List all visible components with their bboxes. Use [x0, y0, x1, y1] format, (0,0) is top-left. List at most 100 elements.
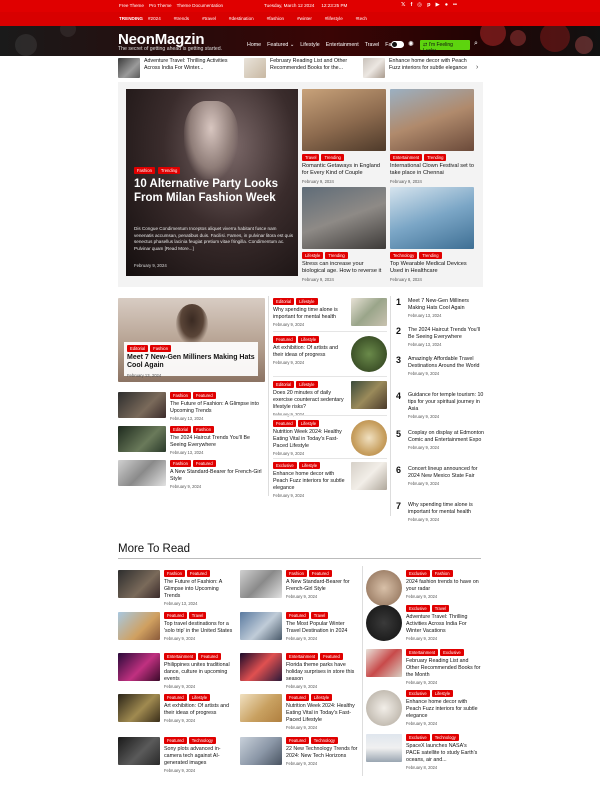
category-badge[interactable]: Travel — [188, 612, 207, 620]
category-badge[interactable]: Editorial — [127, 345, 149, 353]
card-title[interactable]: Meet 7 New-Gen Milliners Making Hats Coo… — [127, 354, 255, 371]
category-badge[interactable]: Lifestyle — [297, 420, 320, 428]
list-title[interactable]: Does 20 minutes of daily exercise counte… — [273, 390, 347, 411]
list-item[interactable]: Fashion Featured The Future of Fashion: A… — [118, 392, 266, 421]
category-badge[interactable]: Fashion — [170, 460, 191, 468]
category-badge[interactable]: Lifestyle — [296, 381, 318, 389]
category-badge[interactable]: Featured — [164, 737, 187, 745]
category-badge[interactable]: Technology — [431, 734, 459, 742]
list-item[interactable]: Featured Technology Sony plots advanced in… — [118, 737, 236, 773]
category-badge[interactable]: Featured — [308, 570, 332, 578]
list-title[interactable]: Art exhibition: Of artists and their ide… — [164, 703, 236, 717]
list-item[interactable]: Exclusive Fashion 2024 fashion trends to h… — [366, 570, 482, 606]
list-item[interactable]: Fashion Featured A New Standard-Bearer for… — [240, 570, 358, 599]
ticker-item[interactable]: Adventure Travel: Thrilling Activities A… — [118, 58, 238, 80]
top-link[interactable]: Pro Theme — [149, 3, 172, 8]
category-badge[interactable]: Lifestyle — [297, 336, 320, 344]
category-badge[interactable]: Featured — [320, 653, 343, 661]
hero-grid-card[interactable]: Lifestyle Trending Stress can increase yo… — [302, 187, 386, 282]
card-title[interactable]: Romantic Getaways in England for Every K… — [302, 163, 386, 177]
category-badge[interactable]: Editorial — [273, 381, 295, 389]
nav-home[interactable]: Home — [247, 42, 261, 48]
hero-card[interactable]: Fashion Trending 10 Alternative Party Lo… — [126, 89, 298, 276]
category-badge[interactable]: Exclusive — [440, 649, 464, 657]
featured-post-card[interactable]: Editorial Fashion Meet 7 New-Gen Milliner… — [118, 298, 265, 382]
category-badge[interactable]: Fashion — [431, 570, 453, 578]
hero-title[interactable]: 10 Alternative Party Looks From Milan Fa… — [134, 177, 294, 206]
category-badge[interactable]: Featured — [273, 336, 296, 344]
top-link[interactable]: Theme Documentation — [177, 3, 223, 8]
list-item[interactable]: Featured Lifestyle Art exhibition: Of arti… — [118, 694, 236, 723]
category-badge[interactable]: Travel — [310, 612, 329, 620]
dark-mode-toggle[interactable] — [391, 41, 404, 48]
category-badge[interactable]: Featured — [273, 420, 296, 428]
category-badge[interactable]: Exclusive — [273, 462, 297, 470]
nav-lifestyle[interactable]: Lifestyle — [300, 42, 319, 48]
category-badge[interactable]: Technology — [310, 737, 338, 745]
list-item[interactable]: Featured Lifestyle Nutrition Week 2024: He… — [240, 694, 358, 730]
category-badge[interactable]: Lifestyle — [302, 252, 324, 260]
list-item[interactable]: Exclusive Technology SpaceX launches NASA'… — [366, 734, 482, 770]
category-badge[interactable]: Fashion — [150, 345, 172, 353]
facebook-icon[interactable]: f — [410, 2, 412, 8]
list-item[interactable]: Entertainment Exclusive February Reading L… — [366, 649, 482, 685]
hero-grid-card[interactable]: Technology Trending Top Wearable Medical … — [390, 187, 474, 282]
list-title[interactable]: The Future of Fashion: A Glimpse into Up… — [164, 579, 236, 600]
list-item[interactable]: Entertainment Featured Florida theme parks… — [240, 653, 358, 689]
nav-travel[interactable]: Travel — [365, 42, 380, 48]
list-item[interactable]: Editorial Lifestyle Does 20 minutes of da… — [273, 381, 387, 417]
numbered-title[interactable]: Meet 7 New-Gen Milliners Making Hats Coo… — [408, 298, 486, 312]
tag-link[interactable]: #2024 — [148, 16, 161, 21]
category-badge[interactable]: Featured — [286, 694, 309, 702]
settings-icon[interactable]: ✺ — [408, 40, 414, 48]
category-badge[interactable]: Trending — [424, 154, 447, 162]
youtube-icon[interactable]: ▶ — [435, 2, 439, 8]
x-icon[interactable]: 𝕏 — [401, 2, 405, 8]
category-badge[interactable]: Travel — [302, 154, 320, 162]
category-badge[interactable]: Exclusive — [406, 605, 430, 613]
tag-link[interactable]: #fashion — [267, 16, 284, 21]
list-title[interactable]: The 2024 Haircut Trends You'll Be Seeing… — [170, 435, 266, 449]
numbered-item[interactable]: 7 Why spending time alone is important fo… — [396, 502, 486, 522]
list-title[interactable]: Art exhibition: Of artists and their ide… — [273, 345, 347, 359]
pinterest-icon[interactable]: p — [427, 2, 430, 8]
list-item[interactable]: Featured Travel The Most Popular Winter Tr… — [240, 612, 358, 641]
category-badge[interactable]: Lifestyle — [298, 462, 321, 470]
tag-link[interactable]: #trends — [174, 16, 189, 21]
category-badge[interactable]: Fashion — [170, 392, 191, 400]
numbered-item[interactable]: 3 Amazingly Affordable Travel Destination… — [396, 356, 486, 376]
card-title[interactable]: International Clown Festival set to take… — [390, 163, 474, 177]
list-item[interactable]: Entertainment Featured Philippines unites … — [118, 653, 236, 689]
list-item[interactable]: Editorial Lifestyle Why spending time alo… — [273, 298, 387, 327]
category-badge[interactable]: Lifestyle — [296, 298, 318, 306]
list-item[interactable]: Featured Lifestyle Art exhibition: Of art… — [273, 336, 387, 372]
list-title[interactable]: 2024 fashion trends to have on your rada… — [406, 579, 482, 593]
hero-grid-card[interactable]: Entertainment Trending International Clow… — [390, 89, 474, 184]
category-badge[interactable]: Exclusive — [406, 690, 430, 698]
category-badge[interactable]: Trending — [157, 167, 181, 175]
list-title[interactable]: Nutrition Week 2024: Healthy Eating Vita… — [286, 703, 358, 724]
category-badge[interactable]: Lifestyle — [431, 690, 454, 698]
list-item[interactable]: Exclusive Travel Adventure Travel: Thrilli… — [366, 605, 482, 641]
category-badge[interactable]: Featured — [192, 460, 216, 468]
list-title[interactable]: Enhance home decor with Peach Fuzz inter… — [406, 699, 482, 720]
ticker-item[interactable]: February Reading List and Other Recommen… — [244, 58, 364, 80]
tag-link[interactable]: #lifestyle — [325, 16, 343, 21]
category-badge[interactable]: Featured — [286, 612, 309, 620]
numbered-title[interactable]: Why spending time alone is important for… — [408, 502, 486, 516]
hero-grid-card[interactable]: Travel Trending Romantic Getaways in Engl… — [302, 89, 386, 184]
category-badge[interactable]: Fashion — [193, 426, 215, 434]
search-icon[interactable]: ⌕ — [474, 40, 478, 48]
numbered-item[interactable]: 5 Cosplay on display at Edmonton Comic an… — [396, 430, 486, 450]
category-badge[interactable]: Featured — [198, 653, 221, 661]
category-badge[interactable]: Featured — [286, 737, 309, 745]
numbered-item[interactable]: 2 The 2024 Haircut Trends You'll Be Seein… — [396, 327, 486, 347]
category-badge[interactable]: Fashion — [286, 570, 307, 578]
feeling-lucky-button[interactable]: ⇄ I'm Feeling Lucky — [420, 40, 470, 54]
category-badge[interactable]: Entertainment — [286, 653, 319, 661]
tag-link[interactable]: #winter — [297, 16, 312, 21]
list-title[interactable]: The Most Popular Winter Travel Destinati… — [286, 621, 358, 635]
category-badge[interactable]: Technology — [188, 737, 216, 745]
list-title[interactable]: Philippines unites traditional dance, cu… — [164, 662, 236, 683]
tag-link[interactable]: #tech — [356, 16, 367, 21]
